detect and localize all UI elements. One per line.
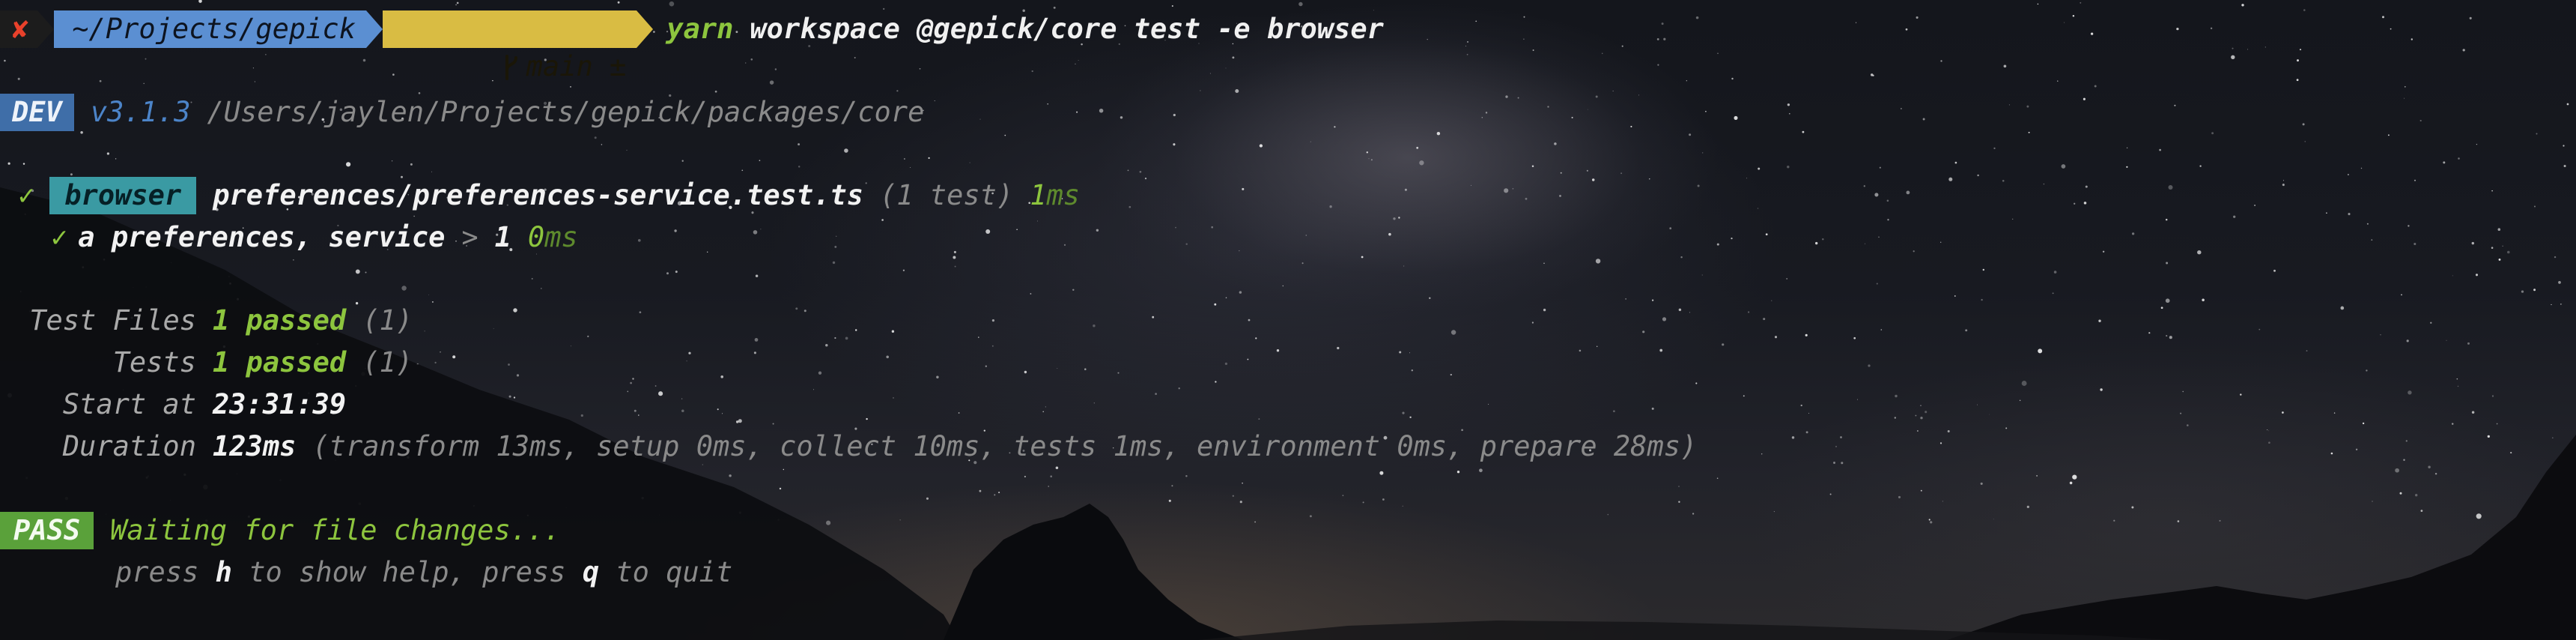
help-text: to quit: [599, 556, 733, 588]
command-name: yarn: [666, 13, 734, 45]
help-text: to show help, press: [231, 556, 583, 588]
dev-info-line: DEV v3.1.3 /Users/jaylen/Projects/gepick…: [0, 91, 924, 133]
test-case-time-value: 0: [527, 221, 545, 253]
watch-message: Waiting for file changes...: [110, 514, 561, 546]
command-arguments: workspace @gepick/core test -e browser: [750, 13, 1384, 45]
summary-value: 23:31:39: [213, 388, 347, 420]
vitest-version: v3.1.3: [90, 96, 191, 128]
prompt-separator-icon: [365, 10, 383, 48]
watch-status-line: PASS Waiting for file changes...: [0, 510, 561, 552]
test-file-count: (1 test): [879, 179, 1014, 211]
git-branch-icon: [505, 55, 517, 80]
summary-label: Start at: [62, 388, 196, 420]
summary-duration: Duration 123ms (transform 13ms, setup 0m…: [0, 426, 1698, 468]
error-status-icon: ✘: [0, 10, 38, 48]
shell-prompt-line: ✘ ~/Projects/gepick main ± yarn workspac…: [0, 8, 1384, 82]
prompt-directory: ~/Projects/gepick: [54, 10, 366, 48]
git-branch-name: main ±: [526, 50, 627, 82]
test-case-separator: >: [461, 221, 479, 253]
quit-key-q[interactable]: q: [583, 552, 599, 594]
summary-value: 1 passed: [213, 346, 347, 378]
help-hint-line: press h to show help, press q to quit: [0, 552, 732, 594]
help-text: press: [115, 556, 216, 588]
test-case-name: a preferences, service: [78, 221, 446, 253]
browser-project-badge: browser: [49, 177, 197, 214]
help-key-h[interactable]: h: [216, 552, 232, 594]
prompt-git-branch: main ±: [382, 10, 637, 82]
pass-badge: PASS: [0, 512, 94, 549]
test-file-time-value: 1: [1030, 179, 1047, 211]
test-case-index: 1: [494, 221, 511, 253]
test-case-result: ✓ a preferences, service > 1 0 ms: [0, 217, 578, 259]
test-file-path: preferences/preferences-service.test.ts: [213, 179, 863, 211]
pass-check-icon: ✓: [51, 221, 68, 253]
summary-value: 123ms: [213, 430, 297, 462]
duration-breakdown: (transform 13ms, setup 0ms, collect 10ms…: [312, 430, 1698, 462]
summary-label: Test Files: [29, 304, 196, 336]
summary-label: Duration: [62, 430, 196, 462]
dev-badge: DEV: [0, 94, 74, 131]
summary-start-at: Start at 23:31:39: [0, 384, 346, 426]
prompt-separator-icon: [637, 10, 654, 48]
summary-tests: Tests 1 passed (1): [0, 342, 413, 384]
test-file-result: ✓ browser preferences/preferences-servic…: [0, 175, 1080, 217]
terminal-window[interactable]: ✘ ~/Projects/gepick main ± yarn workspac…: [0, 0, 2576, 640]
summary-total: (1): [362, 346, 413, 378]
test-case-time-unit: ms: [544, 221, 578, 253]
pass-check-icon: ✓: [18, 179, 35, 211]
summary-test-files: Test Files 1 passed (1): [0, 300, 413, 342]
summary-label: Tests: [112, 346, 196, 378]
summary-total: (1): [362, 304, 413, 336]
project-path: /Users/jaylen/Projects/gepick/packages/c…: [207, 96, 925, 128]
test-file-time-unit: ms: [1046, 179, 1081, 211]
summary-value: 1 passed: [213, 304, 347, 336]
prompt-separator-icon: [37, 10, 55, 48]
